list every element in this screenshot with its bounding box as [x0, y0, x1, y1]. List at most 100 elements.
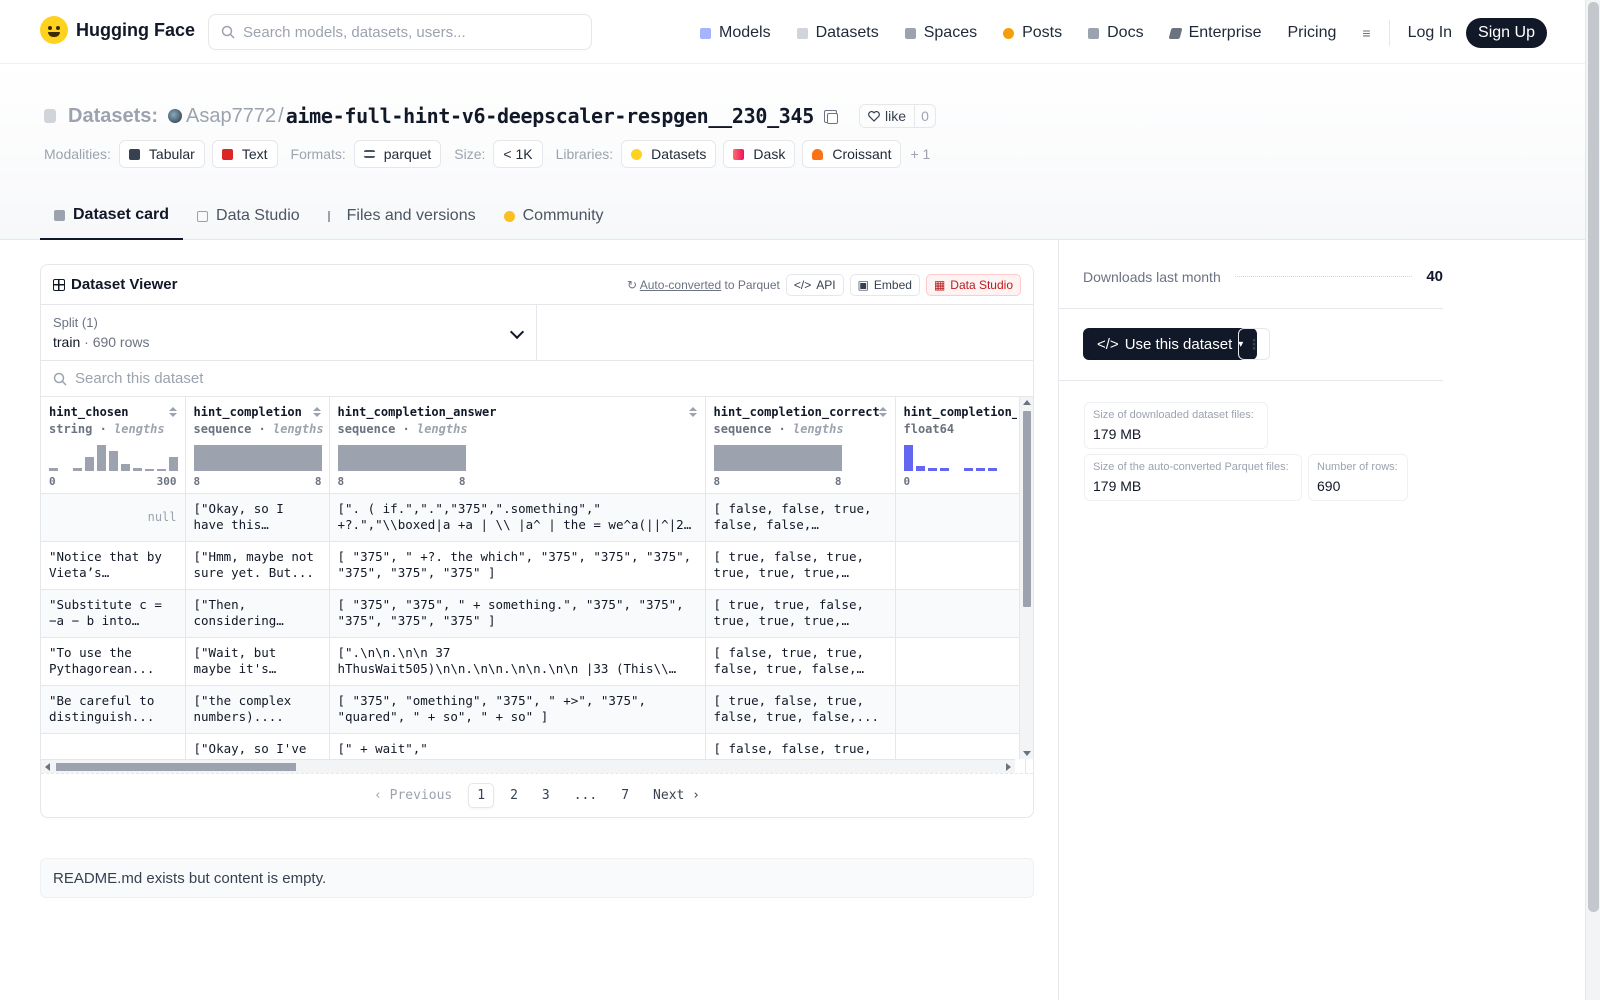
- histogram-bar[interactable]: [975, 468, 985, 471]
- histogram-bar[interactable]: [109, 451, 118, 471]
- histogram-bar[interactable]: [97, 445, 106, 471]
- histogram-bar[interactable]: [169, 457, 178, 471]
- split-selector[interactable]: Split (1) train · 690 rows: [41, 305, 537, 360]
- table-cell[interactable]: "Notice that by Vieta’s formulas...: [41, 541, 186, 590]
- more-options-button[interactable]: ⋮: [1238, 328, 1270, 360]
- column-header[interactable]: hint_completion_succ_rate float64 0: [895, 397, 1026, 494]
- table-row[interactable]: "Notice that by Vieta’s formulas... ["Hmm…: [41, 541, 1026, 590]
- histogram-bar[interactable]: [939, 468, 949, 471]
- copy-icon[interactable]: [824, 109, 839, 124]
- table-row[interactable]: "Be careful to distinguish... ["the compl…: [41, 685, 1026, 734]
- column-histogram[interactable]: [193, 445, 322, 471]
- api-button[interactable]: </> API: [785, 273, 844, 296]
- table-cell[interactable]: [895, 685, 1026, 734]
- tab-dataset-card[interactable]: Dataset card: [40, 192, 184, 240]
- sort-icon[interactable]: [688, 407, 697, 419]
- scroll-down-icon[interactable]: [1023, 751, 1031, 756]
- histogram-bar[interactable]: [49, 468, 58, 471]
- histogram-bar[interactable]: [73, 468, 82, 471]
- tag-text[interactable]: Text: [211, 140, 278, 168]
- histogram-bar[interactable]: [987, 468, 997, 471]
- table-cell[interactable]: ["the complex numbers)....: [185, 685, 330, 734]
- table-cell[interactable]: "To use the Pythagorean...: [41, 637, 186, 686]
- libraries-more[interactable]: + 1: [910, 146, 930, 162]
- nav-docs[interactable]: Docs: [1088, 24, 1144, 42]
- more-menu-icon[interactable]: ≡: [1362, 25, 1370, 41]
- section-label[interactable]: Datasets:: [68, 105, 158, 128]
- owner-link[interactable]: Asap7772: [186, 105, 276, 128]
- table-cell[interactable]: [ "375", "375", " + something.", "375", …: [329, 589, 706, 638]
- nav-models[interactable]: Models: [700, 24, 771, 42]
- repo-name[interactable]: aime-full-hint-v6-deepscaler-respgen__23…: [286, 104, 815, 128]
- sort-icon[interactable]: [878, 407, 887, 419]
- brand-logo[interactable]: Hugging Face: [40, 16, 195, 44]
- table-cell[interactable]: [".\n\n.\n\n 37 hThusWait505)\n\n.\n\n.\…: [329, 637, 706, 686]
- dataset-search-input[interactable]: [75, 370, 675, 387]
- histogram-bar[interactable]: [133, 468, 142, 471]
- tag-datasets-lib[interactable]: Datasets: [621, 140, 717, 168]
- column-histogram[interactable]: [337, 445, 466, 471]
- table-cell[interactable]: ["Then, considering the...: [185, 589, 330, 638]
- column-header[interactable]: hint_completion sequence · lengths 88: [185, 397, 330, 494]
- nav-spaces[interactable]: Spaces: [904, 24, 977, 42]
- histogram-bar[interactable]: [903, 445, 913, 471]
- column-histogram[interactable]: [713, 445, 842, 471]
- table-row[interactable]: "Substitute c = −a − b into the... ["Then…: [41, 589, 1026, 638]
- tag-croissant[interactable]: Croissant: [802, 140, 902, 168]
- horizontal-scroll-thumb[interactable]: [56, 763, 296, 771]
- table-cell[interactable]: [ true, true, false, true, true, true, t…: [705, 589, 896, 638]
- histogram-bar[interactable]: [927, 468, 937, 471]
- table-vertical-scrollbar[interactable]: [1019, 397, 1033, 759]
- page-scrollbar[interactable]: [1585, 0, 1600, 1000]
- column-header[interactable]: hint_completion_answer sequence · length…: [329, 397, 706, 494]
- histogram-bar[interactable]: [963, 468, 973, 471]
- use-dataset-button[interactable]: </> Use this dataset ▾: [1083, 328, 1258, 360]
- table-row[interactable]: "To use the Pythagorean... ["Wait, but ma…: [41, 637, 1026, 686]
- tag-dask[interactable]: Dask: [723, 140, 796, 168]
- sort-icon[interactable]: [168, 407, 177, 419]
- tag-tabular[interactable]: Tabular: [118, 140, 205, 168]
- table-cell[interactable]: null: [41, 493, 186, 542]
- tag-parquet[interactable]: parquet: [353, 140, 442, 168]
- histogram-bar[interactable]: [145, 469, 154, 471]
- auto-converted-note[interactable]: ↻ Auto-converted to Parquet: [627, 278, 780, 292]
- table-cell[interactable]: "Substitute c = −a − b into the...: [41, 589, 186, 638]
- vertical-scroll-thumb[interactable]: [1023, 411, 1031, 607]
- column-histogram[interactable]: [903, 445, 997, 471]
- table-cell[interactable]: [895, 541, 1026, 590]
- pagination-page[interactable]: 2: [502, 784, 526, 807]
- nav-pricing[interactable]: Pricing: [1287, 24, 1336, 42]
- embed-button[interactable]: ▣ Embed: [849, 273, 920, 296]
- pagination-next[interactable]: Next ›: [645, 784, 708, 807]
- column-header[interactable]: hint_chosen string · lengths 0 300: [41, 397, 186, 494]
- histogram-bar[interactable]: [952, 469, 961, 471]
- dataset-search[interactable]: [41, 361, 1033, 397]
- column-histogram[interactable]: [49, 445, 178, 471]
- table-cell[interactable]: [ false, true, true, false, true, false,…: [705, 637, 896, 686]
- histogram-bar[interactable]: [85, 457, 94, 471]
- table-cell[interactable]: [ false, false, true, false, false, fals…: [705, 493, 896, 542]
- tab-files[interactable]: Files and versions: [314, 192, 490, 240]
- nav-datasets[interactable]: Datasets: [796, 24, 879, 42]
- pagination-page[interactable]: 3: [534, 784, 558, 807]
- histogram-bar[interactable]: [157, 469, 166, 471]
- table-cell[interactable]: [ true, false, true, true, true, true, t…: [705, 541, 896, 590]
- table-cell[interactable]: ["Wait, but maybe it's better to...: [185, 637, 330, 686]
- data-studio-button[interactable]: ▦ Data Studio: [925, 273, 1021, 296]
- global-search[interactable]: [208, 14, 592, 50]
- auto-converted-link[interactable]: Auto-converted: [640, 278, 721, 292]
- table-row[interactable]: null["Okay, so I have this problem here.…: [41, 493, 1026, 542]
- global-search-input[interactable]: [243, 23, 573, 41]
- login-link[interactable]: Log In: [1408, 24, 1452, 42]
- table-cell[interactable]: [895, 493, 1026, 542]
- table-cell[interactable]: [ "375", " +?. the which", "375", "375",…: [329, 541, 706, 590]
- tag-size[interactable]: < 1K: [493, 140, 543, 168]
- pagination-page[interactable]: 7: [613, 784, 637, 807]
- scroll-left-icon[interactable]: [45, 763, 50, 771]
- nav-enterprise[interactable]: Enterprise: [1168, 24, 1261, 42]
- histogram-bar[interactable]: [915, 466, 925, 471]
- column-header[interactable]: hint_completion_correct sequence · lengt…: [705, 397, 896, 494]
- tab-community[interactable]: Community: [490, 192, 618, 240]
- like-button[interactable]: like 0: [859, 104, 936, 128]
- scroll-right-icon[interactable]: [1006, 763, 1011, 771]
